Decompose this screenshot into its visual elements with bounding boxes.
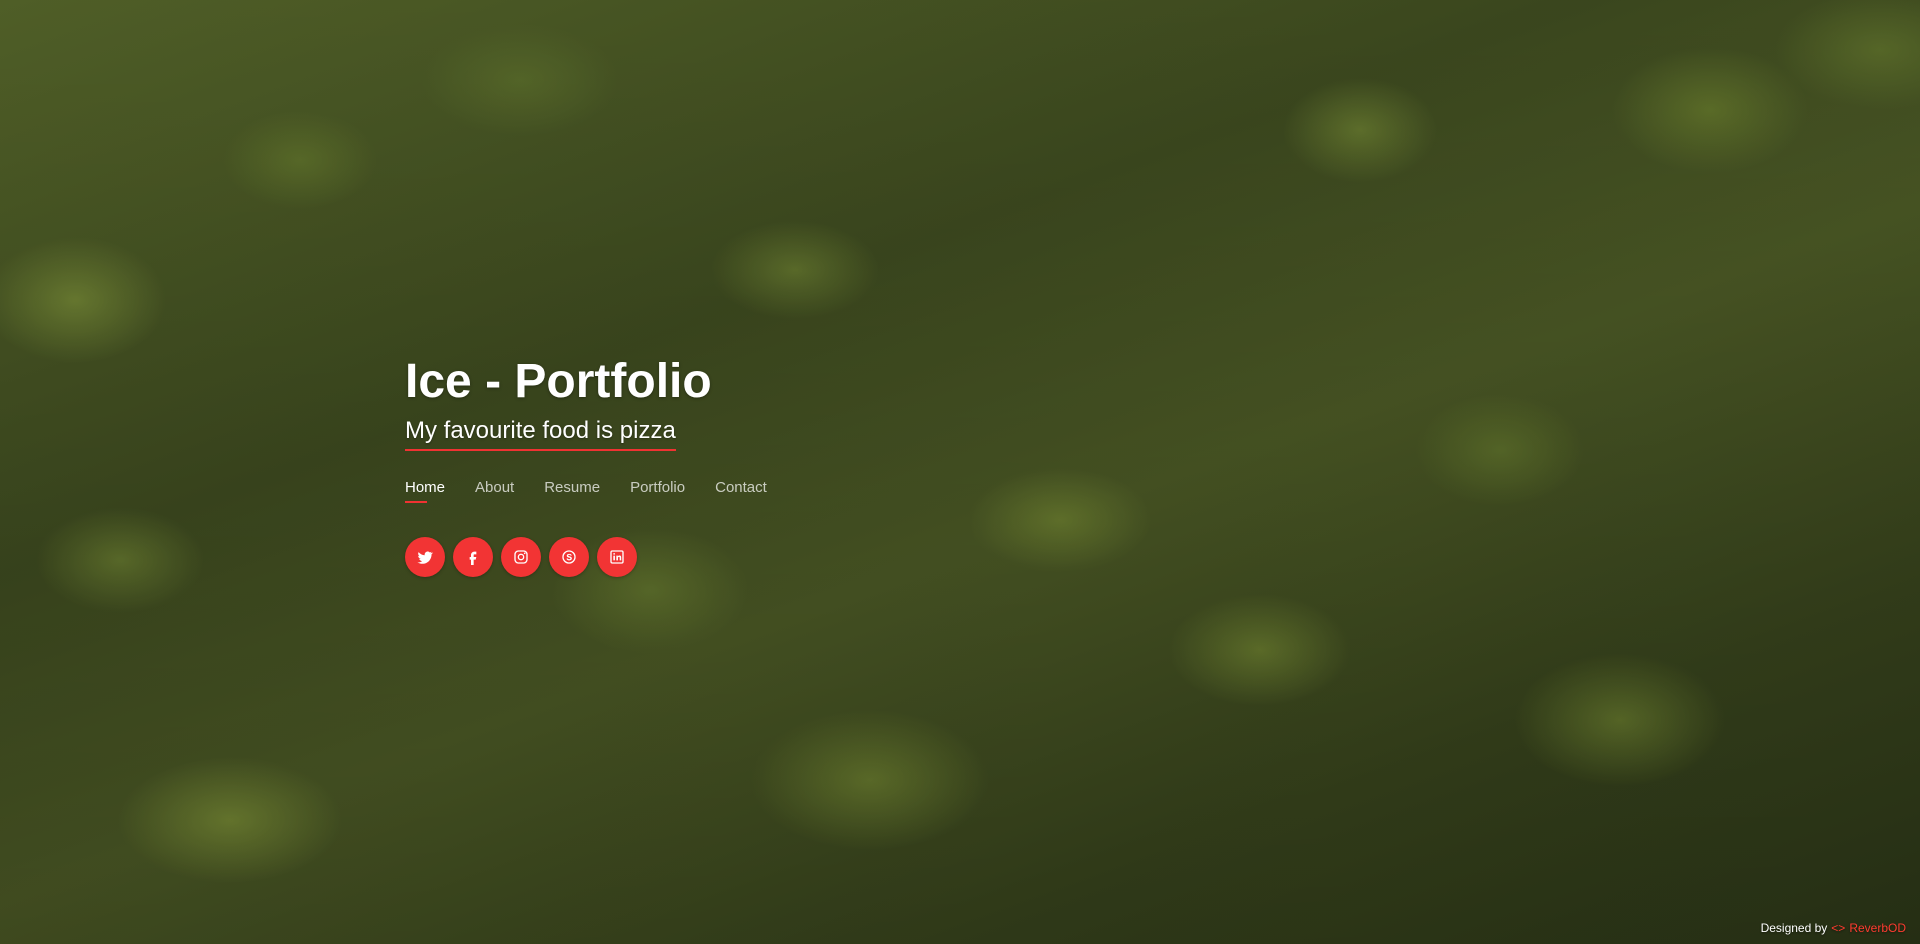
linkedin-icon xyxy=(610,550,624,564)
nav-item-portfolio[interactable]: Portfolio xyxy=(630,479,685,503)
instagram-icon xyxy=(514,550,528,564)
twitter-icon xyxy=(417,551,433,564)
nav-item-home[interactable]: Home xyxy=(405,479,445,503)
main-nav: Home About Resume Portfolio Contact xyxy=(405,479,767,503)
skype-icon xyxy=(562,550,576,564)
page-title: Ice - Portfolio xyxy=(405,355,712,408)
hero-content: Ice - Portfolio My favourite food is piz… xyxy=(405,352,767,577)
footer-prefix: Designed by xyxy=(1760,921,1828,935)
footer-credit: Designed by <> ReverbOD xyxy=(1761,921,1906,935)
facebook-button[interactable] xyxy=(453,537,493,577)
subtitle-wrapper: My favourite food is pizza xyxy=(405,416,676,451)
instagram-button[interactable] xyxy=(501,537,541,577)
nav-item-resume[interactable]: Resume xyxy=(544,479,600,503)
social-links xyxy=(405,537,767,577)
footer-author-link[interactable]: ReverbOD xyxy=(1849,921,1906,935)
skype-button[interactable] xyxy=(549,537,589,577)
linkedin-button[interactable] xyxy=(597,537,637,577)
twitter-button[interactable] xyxy=(405,537,445,577)
facebook-icon xyxy=(469,551,477,565)
code-icon: <> xyxy=(1831,921,1846,935)
nav-item-about[interactable]: About xyxy=(475,479,514,503)
hero-subtitle: My favourite food is pizza xyxy=(405,417,676,444)
hero-background: Ice - Portfolio My favourite food is piz… xyxy=(0,0,1920,944)
nav-item-contact[interactable]: Contact xyxy=(715,479,767,503)
